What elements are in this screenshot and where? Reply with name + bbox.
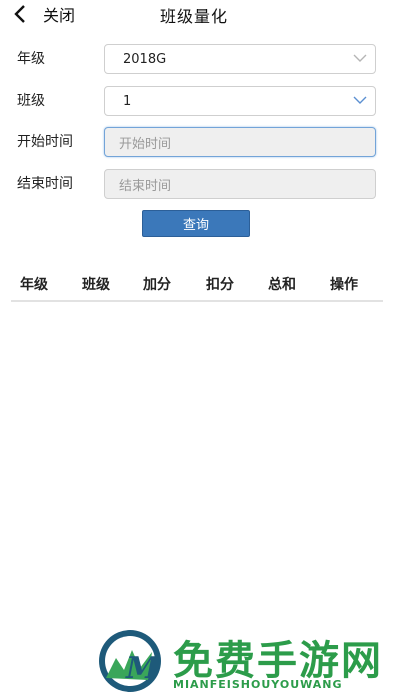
chevron-down-icon [353,96,367,104]
close-button[interactable]: 关闭 [12,1,102,27]
column-header: 总和 [268,277,296,293]
chevron-down-icon [353,54,367,62]
page-title: 班级量化 [160,7,229,26]
start-time-label: 开始时间 [17,134,73,150]
close-label: 关闭 [43,6,76,25]
end-time-label: 结束时间 [17,176,73,192]
class-select[interactable]: 1 [104,86,376,116]
column-header: 年级 [20,277,48,293]
column-header: 扣分 [206,277,234,293]
column-header: 班级 [82,277,110,293]
watermark-subtitle: MIANFEISHOUYOUWANG [173,678,343,691]
table-header: 年级 班级 加分 扣分 总和 操作 [11,270,383,302]
grade-label: 年级 [17,51,45,67]
watermark-logo-icon: M [99,630,161,692]
grade-select[interactable]: 2018G [104,44,376,74]
start-time-input[interactable]: 开始时间 [104,127,376,157]
class-label: 班级 [17,93,45,109]
svg-text:M: M [125,651,160,686]
watermark: M 免费手游网 MIANFEISHOUYOUWANG [96,628,386,694]
end-time-input[interactable]: 结束时间 [104,169,376,199]
end-time-placeholder: 结束时间 [119,178,172,194]
app-header: 关闭 班级量化 [0,0,393,28]
class-select-value: 1 [123,93,132,109]
column-header: 加分 [143,277,171,293]
back-arrow-icon [14,5,25,23]
start-time-placeholder: 开始时间 [119,136,172,152]
grade-select-value: 2018G [123,51,167,67]
query-button[interactable]: 查询 [142,210,250,237]
column-header: 操作 [330,277,358,293]
